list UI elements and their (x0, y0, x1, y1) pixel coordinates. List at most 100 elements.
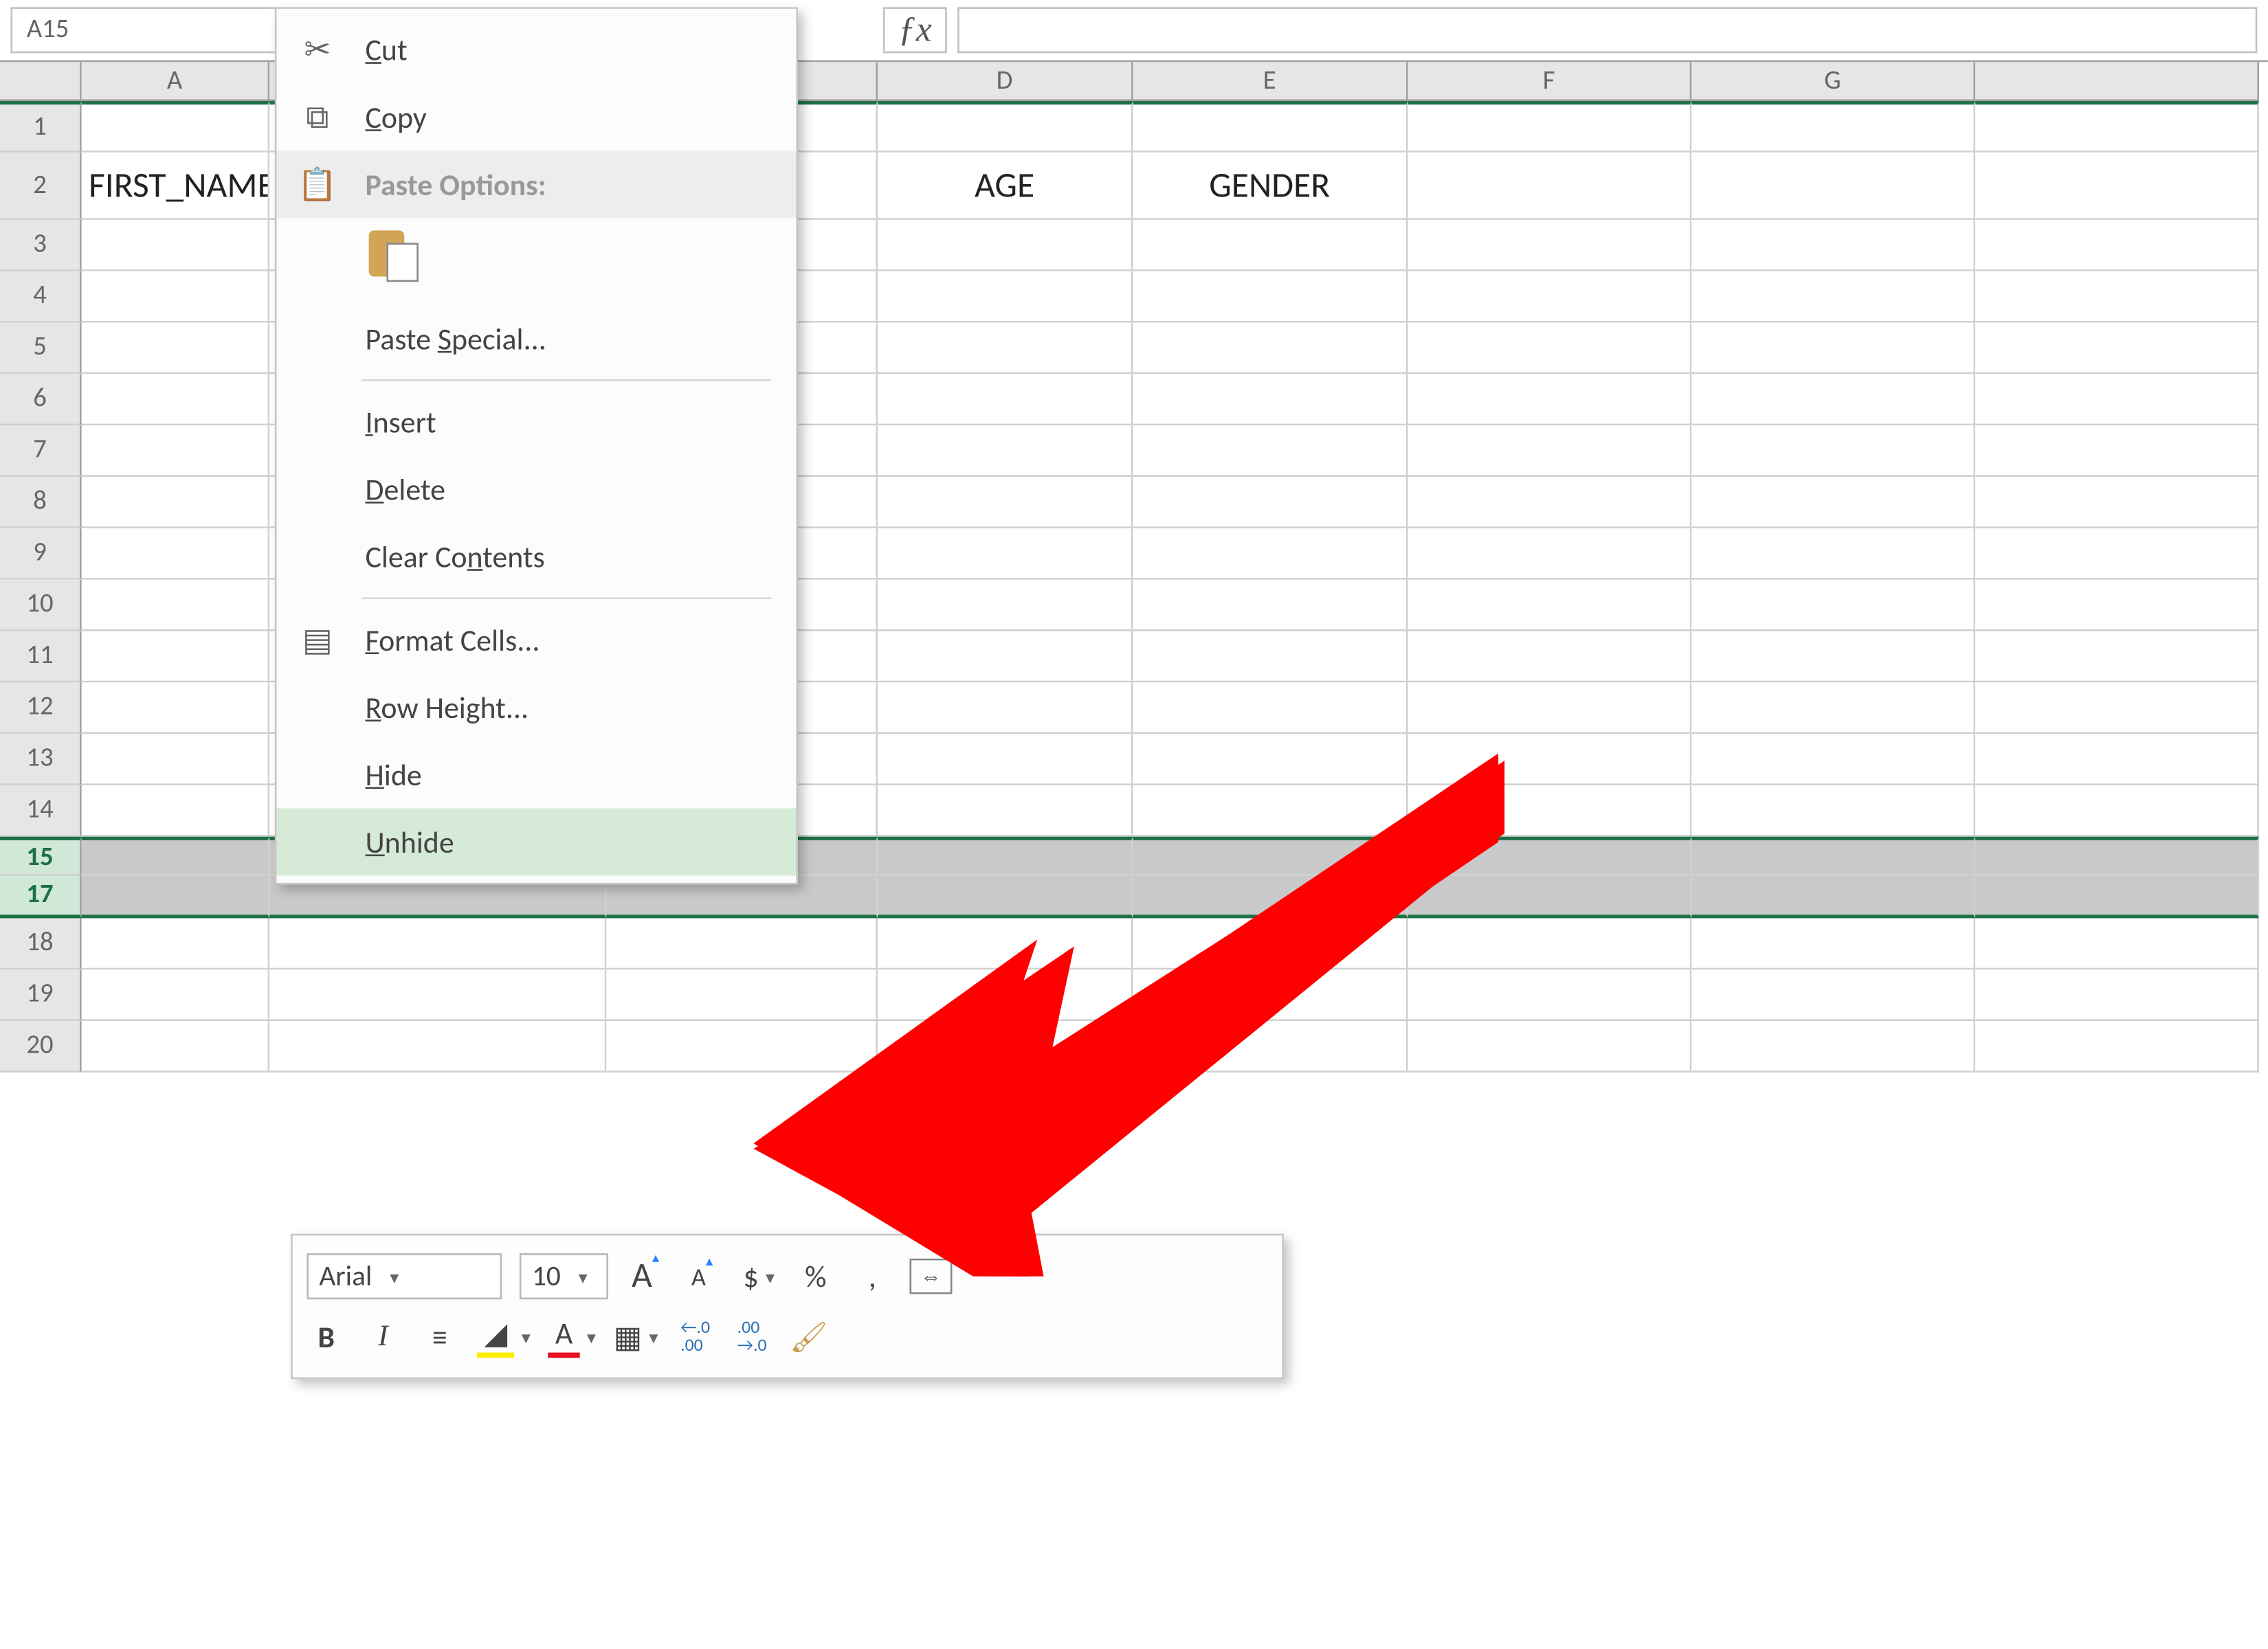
menu-unhide[interactable]: Unhide (276, 808, 796, 875)
cell[interactable] (82, 876, 269, 919)
cell[interactable] (1133, 323, 1408, 374)
cell[interactable] (1408, 323, 1692, 374)
cell[interactable] (1408, 918, 1692, 969)
cell[interactable] (82, 918, 269, 969)
mini-decrease-decimal[interactable]: .00→.0 (733, 1314, 772, 1360)
cell[interactable] (1133, 785, 1408, 837)
col-head-extra[interactable] (1975, 62, 2259, 101)
cell[interactable] (878, 682, 1133, 734)
cell[interactable] (1691, 734, 1975, 785)
row-head[interactable]: 13 (0, 734, 82, 785)
cell[interactable] (1975, 477, 2259, 528)
cell[interactable] (1691, 528, 1975, 580)
cell[interactable] (1408, 528, 1692, 580)
mini-size-select[interactable]: 10 (520, 1253, 608, 1299)
menu-clear-contents[interactable]: Clear Contents (276, 523, 796, 590)
cell[interactable] (82, 580, 269, 631)
cell[interactable] (1133, 220, 1408, 271)
row-head-1[interactable]: 1 (0, 101, 82, 153)
cell[interactable] (1691, 785, 1975, 837)
cell[interactable] (1975, 631, 2259, 682)
cell[interactable] (1691, 101, 1975, 153)
cell[interactable] (1691, 918, 1975, 969)
cell[interactable] (1133, 734, 1408, 785)
cell[interactable] (82, 734, 269, 785)
cell[interactable] (1975, 969, 2259, 1021)
cell[interactable] (1975, 528, 2259, 580)
cell[interactable] (1975, 374, 2259, 425)
row-head[interactable]: 7 (0, 425, 82, 477)
col-head-f[interactable]: F (1408, 62, 1692, 101)
cell[interactable] (1691, 220, 1975, 271)
menu-paste-special[interactable]: Paste Special... (276, 305, 796, 372)
cell[interactable] (1975, 271, 2259, 323)
cell[interactable] (1975, 101, 2259, 153)
cell-d2[interactable]: AGE (878, 153, 1133, 220)
cell[interactable] (82, 682, 269, 734)
cell[interactable] (1133, 631, 1408, 682)
cell[interactable] (1408, 837, 1692, 876)
cell[interactable] (1691, 374, 1975, 425)
cell[interactable] (82, 425, 269, 477)
mini-align-center[interactable]: ≡ (420, 1314, 459, 1360)
cell[interactable] (1133, 528, 1408, 580)
cell[interactable] (82, 101, 269, 153)
cell[interactable] (1691, 969, 1975, 1021)
cell[interactable] (1408, 1021, 1692, 1073)
menu-cut[interactable]: ✂Cut (276, 16, 796, 83)
cell[interactable] (878, 528, 1133, 580)
cell[interactable] (1408, 785, 1692, 837)
cell[interactable] (1408, 425, 1692, 477)
cell[interactable] (878, 271, 1133, 323)
row-head[interactable]: 9 (0, 528, 82, 580)
cell[interactable] (82, 837, 269, 876)
mini-decrease-font[interactable]: A▴ (682, 1253, 722, 1299)
cell[interactable] (606, 918, 878, 969)
cell[interactable] (1691, 477, 1975, 528)
menu-format-cells[interactable]: ▤Format Cells... (276, 606, 796, 673)
mini-merge-center[interactable]: ⇔ (910, 1259, 953, 1294)
row-head[interactable]: 12 (0, 682, 82, 734)
cell[interactable] (1408, 969, 1692, 1021)
cell[interactable] (878, 323, 1133, 374)
cell[interactable] (1691, 631, 1975, 682)
col-head-a[interactable]: A (82, 62, 269, 101)
cell[interactable] (82, 323, 269, 374)
cell[interactable] (878, 785, 1133, 837)
cell[interactable] (878, 580, 1133, 631)
cell[interactable] (878, 101, 1133, 153)
cell[interactable] (1133, 969, 1408, 1021)
cell[interactable] (1691, 1021, 1975, 1073)
cell[interactable] (878, 631, 1133, 682)
cell[interactable] (1408, 220, 1692, 271)
cell[interactable] (82, 1021, 269, 1073)
menu-delete[interactable]: Delete (276, 456, 796, 523)
cell[interactable] (1975, 682, 2259, 734)
row-head[interactable]: 8 (0, 477, 82, 528)
cell[interactable] (1133, 876, 1408, 919)
row-head[interactable]: 3 (0, 220, 82, 271)
row-head-17[interactable]: 17 (0, 876, 82, 919)
cell[interactable] (1133, 271, 1408, 323)
cell[interactable] (1408, 271, 1692, 323)
cell[interactable] (1975, 220, 2259, 271)
cell[interactable] (82, 271, 269, 323)
mini-increase-font[interactable]: A▴ (626, 1253, 665, 1299)
cell[interactable] (878, 220, 1133, 271)
cell[interactable] (269, 969, 606, 1021)
mini-bold[interactable]: B (307, 1314, 346, 1360)
cell[interactable] (878, 734, 1133, 785)
cell[interactable] (82, 220, 269, 271)
menu-copy[interactable]: ⧉Copy (276, 83, 796, 150)
cell[interactable] (1133, 918, 1408, 969)
cell[interactable] (878, 876, 1133, 919)
cell[interactable] (1691, 153, 1975, 220)
row-head[interactable]: 11 (0, 631, 82, 682)
cell[interactable] (1133, 1021, 1408, 1073)
cell[interactable] (1975, 425, 2259, 477)
cell[interactable] (1408, 682, 1692, 734)
cell[interactable] (606, 1021, 878, 1073)
cell[interactable] (1408, 734, 1692, 785)
menu-insert[interactable]: Insert (276, 388, 796, 456)
cell[interactable] (878, 837, 1133, 876)
